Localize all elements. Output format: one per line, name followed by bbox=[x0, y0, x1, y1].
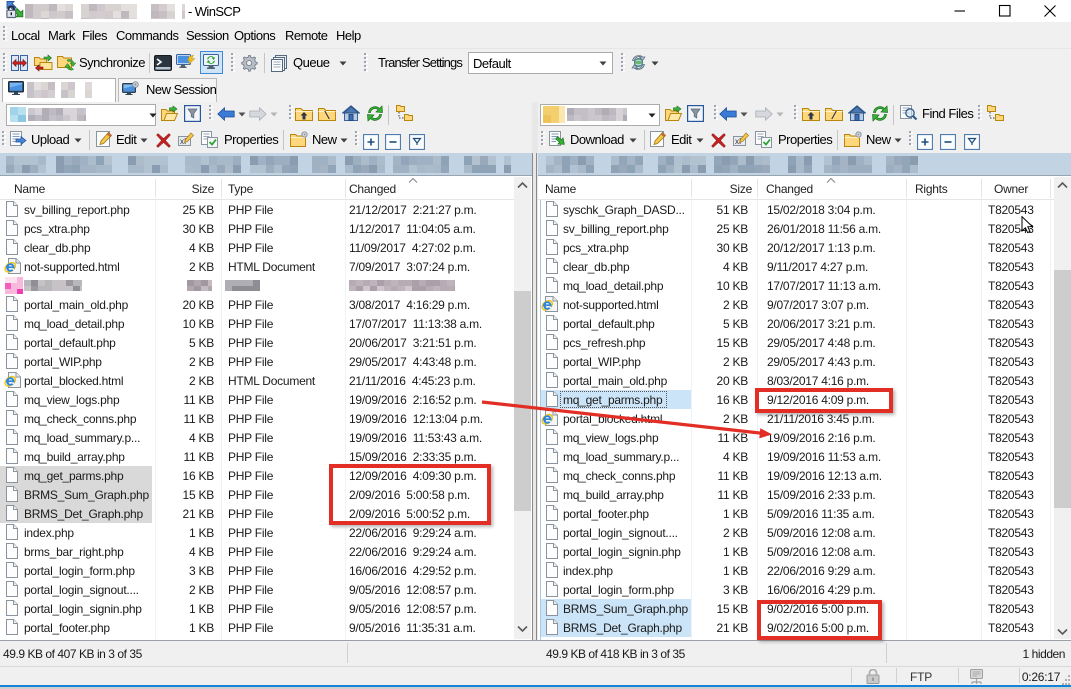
svg-text:\: \ bbox=[324, 111, 331, 122]
svg-text:/: / bbox=[831, 111, 838, 122]
